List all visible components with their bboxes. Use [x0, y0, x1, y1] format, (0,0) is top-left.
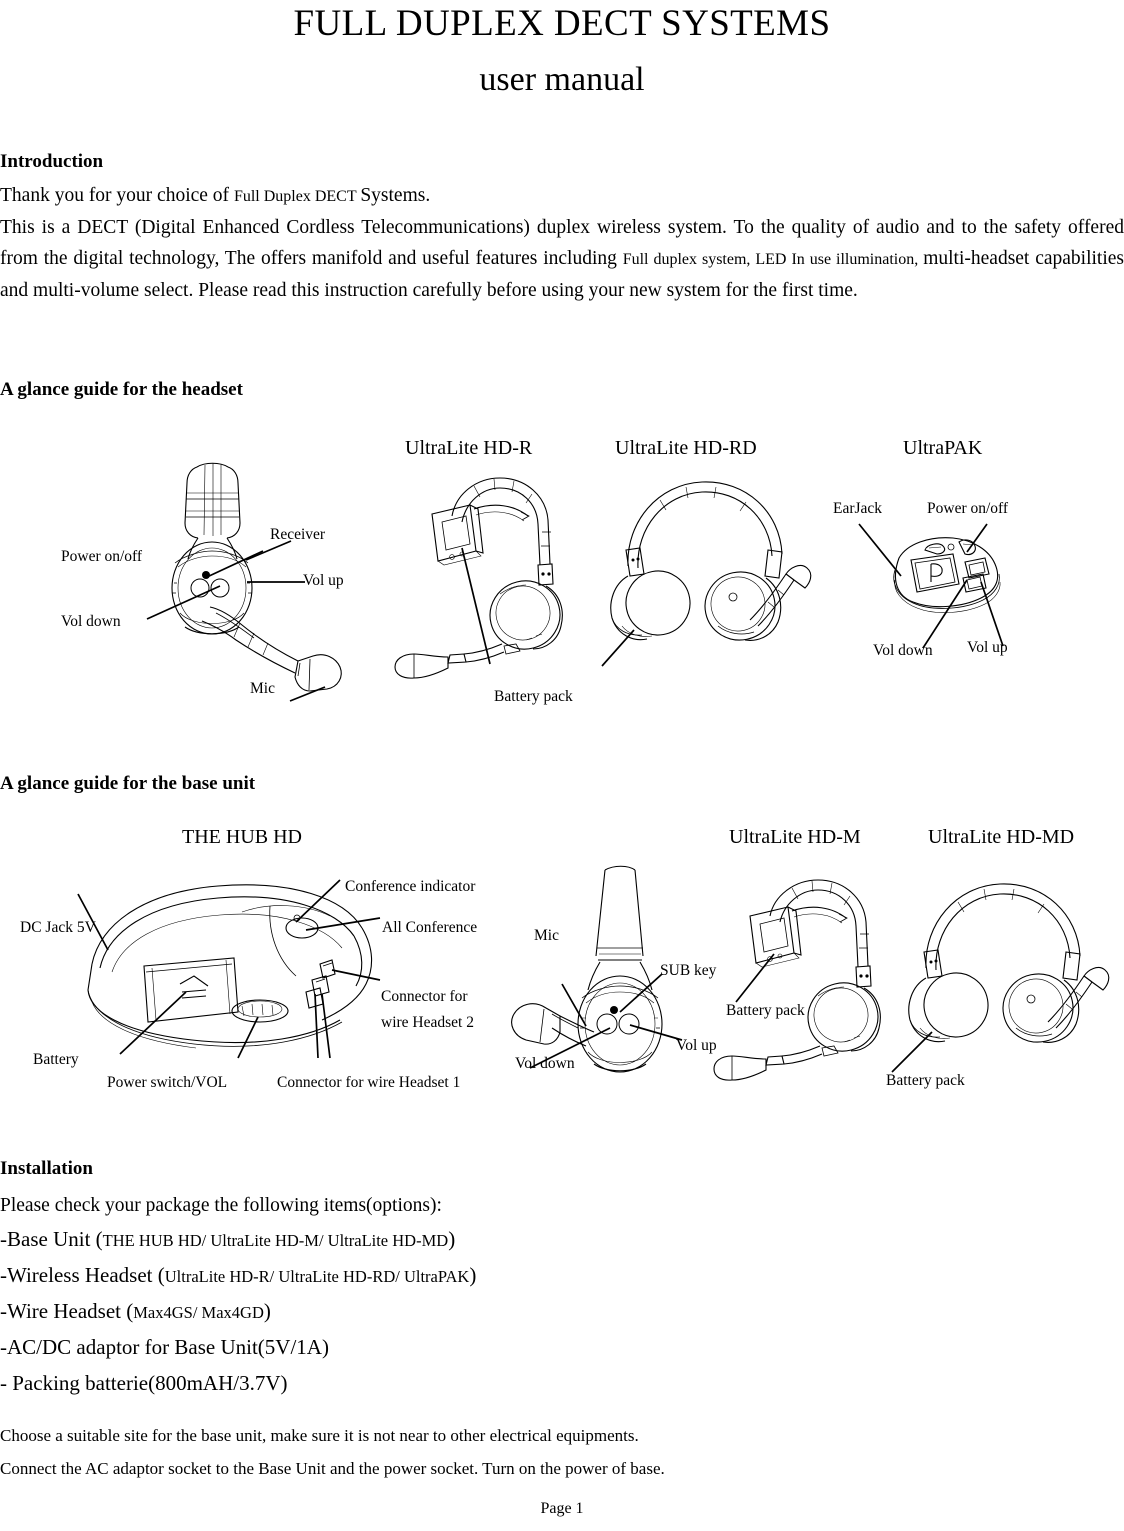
headset-diagram-hd-r [390, 468, 595, 683]
item-3-main: -AC/DC adaptor for Base Unit(5V/1A) [0, 1335, 329, 1359]
base-diagram-hd-md [891, 872, 1115, 1073]
label-connector-wire-headset-2: Connector for wire Headset 2 [381, 984, 474, 1036]
headset-section-heading: A glance guide for the headset [0, 379, 243, 400]
label-battery-pack-hd-md: Battery pack [886, 1072, 965, 1089]
intro-line1-part-a: Thank you for your choice of [0, 185, 234, 206]
label-power-on-off-ultrapak: Power on/off [927, 500, 1009, 517]
item-1-close: ) [469, 1263, 477, 1287]
label-receiver: Receiver [270, 526, 326, 543]
base-diagram-hub-hd [77, 872, 382, 1059]
label-power-switch-vol: Power switch/VOL [107, 1074, 228, 1091]
label-vol-down-hdm: Vol down [515, 1055, 575, 1072]
installation-item-4: - Packing batterie(800mAH/3.7V) [0, 1366, 288, 1400]
device-name-ultralite-hd-r: UltraLite HD-R [405, 437, 533, 459]
item-2-close: ) [263, 1299, 271, 1323]
label-vol-down-ultrapak: Vol down [873, 642, 933, 659]
label-vol-down-headset: Vol down [61, 613, 121, 630]
headset-diagram-hd-rd [600, 470, 815, 667]
label-battery-pack-hd-r: Battery pack [494, 688, 573, 705]
device-name-ultralite-hd-md: UltraLite HD-MD [928, 826, 1075, 848]
base-section-heading: A glance guide for the base unit [0, 773, 256, 794]
headset-diagram-ultrapak [855, 520, 1030, 655]
manual-page: FULL DUPLEX DECT SYSTEMS user manual Int… [0, 0, 1124, 1531]
page-footer: Page 1 [540, 1500, 584, 1517]
device-name-ultralite-hd-rd: UltraLite HD-RD [615, 437, 757, 459]
intro-line1-part-c: Systems. [360, 185, 431, 206]
label-sub-key: SUB key [660, 962, 717, 979]
item-1-detail: UltraLite HD-R/ UltraLite HD-RD/ UltraPA… [164, 1267, 470, 1286]
label-dc-jack: DC Jack 5V [20, 919, 96, 936]
installation-item-0: -Base Unit (THE HUB HD/ UltraLite HD-M/ … [0, 1222, 455, 1258]
page-title: FULL DUPLEX DECT SYSTEMS [293, 3, 831, 44]
base-diagram-hd-m [712, 872, 902, 1087]
installation-note-2: Connect the AC adaptor socket to the Bas… [0, 1459, 665, 1478]
label-mic-hdm: Mic [534, 927, 559, 944]
item-2-detail: Max4GS/ Max4GD [133, 1303, 264, 1322]
label-vol-up-ultrapak: Vol up [967, 639, 1008, 656]
item-0-main: -Base Unit ( [0, 1227, 103, 1251]
introduction-line1: Thank you for your choice of Full Duplex… [0, 180, 1124, 212]
label-connector-wire-headset-1: Connector for wire Headset 1 [277, 1074, 461, 1091]
item-2-main: -Wire Headset ( [0, 1299, 134, 1323]
item-0-close: ) [448, 1227, 456, 1251]
label-mic-headset: Mic [250, 680, 275, 697]
installation-note-1: Choose a suitable site for the base unit… [0, 1426, 639, 1445]
device-name-ultralite-hd-m: UltraLite HD-M [729, 826, 861, 848]
installation-item-1: -Wireless Headset (UltraLite HD-R/ Ultra… [0, 1258, 476, 1294]
intro-body-part-b: Full duplex system, LED In use illuminat… [622, 251, 924, 268]
label-connector2-line2: wire Headset 2 [381, 1014, 474, 1031]
installation-item-3: -AC/DC adaptor for Base Unit(5V/1A) [0, 1330, 329, 1364]
introduction-heading: Introduction [0, 151, 104, 172]
label-vol-up-hdm: Vol up [676, 1037, 717, 1054]
page-subtitle: user manual [479, 61, 645, 98]
label-battery-hub: Battery [33, 1051, 79, 1068]
label-battery-pack-hd-m: Battery pack [726, 1002, 805, 1019]
label-earjack-ultrapak: EarJack [833, 500, 883, 517]
label-all-conference: All Conference [382, 919, 478, 936]
installation-heading: Installation [0, 1158, 93, 1179]
device-name-the-hub-hd: THE HUB HD [182, 826, 302, 848]
item-0-detail: THE HUB HD/ UltraLite HD-M/ UltraLite HD… [102, 1231, 449, 1250]
label-connector2-line1: Connector for [381, 988, 468, 1005]
label-power-on-off-headset: Power on/off [61, 548, 143, 565]
device-name-ultrapak: UltraPAK [903, 437, 983, 459]
introduction-body: This is a DECT (Digital Enhanced Cordles… [0, 212, 1124, 306]
installation-intro: Please check your package the following … [0, 1195, 442, 1216]
item-1-main: -Wireless Headset ( [0, 1263, 165, 1287]
item-4-main: - Packing batterie(800mAH/3.7V) [0, 1371, 288, 1395]
installation-item-2: -Wire Headset (Max4GS/ Max4GD) [0, 1294, 271, 1330]
label-vol-up-headset: Vol up [303, 572, 344, 589]
label-conference-indicator: Conference indicator [345, 878, 476, 895]
headset-diagram-main [146, 455, 400, 702]
intro-line1-part-b: Full Duplex DECT [233, 188, 361, 205]
